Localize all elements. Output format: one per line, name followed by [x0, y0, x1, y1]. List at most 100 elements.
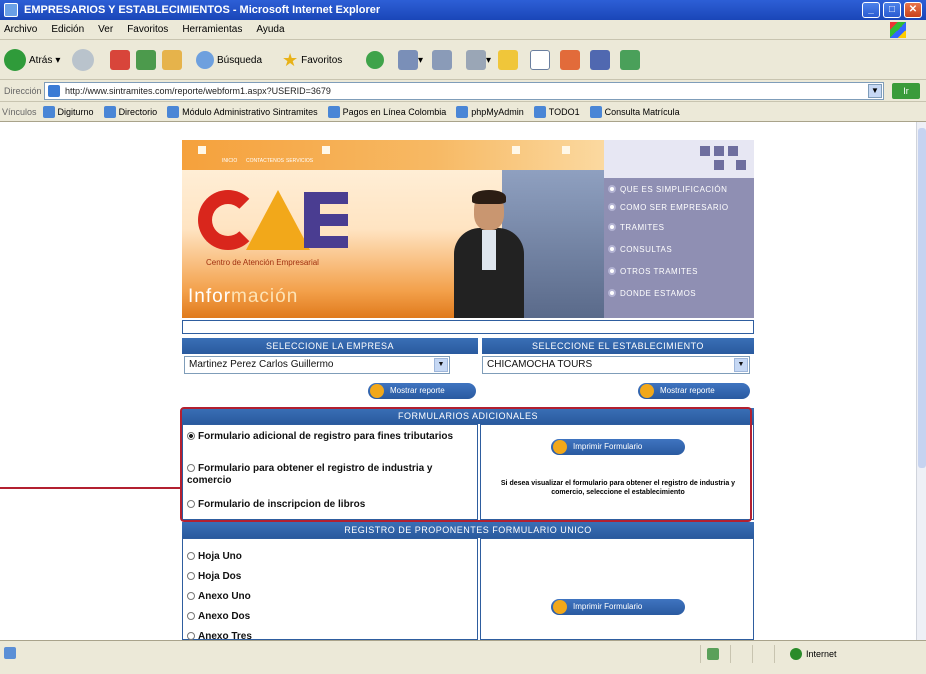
nav-donde-estamos[interactable]: DONDE ESTAMOS	[608, 286, 696, 300]
home-button[interactable]	[162, 48, 182, 72]
top-nav-contactenos[interactable]: CONTACTENOS	[246, 158, 284, 164]
option-label: Anexo Uno	[198, 591, 251, 602]
nav-otros-tramites[interactable]: OTROS TRAMITES	[608, 264, 698, 278]
go-button[interactable]: Ir	[892, 83, 920, 99]
menu-ayuda[interactable]: Ayuda	[256, 24, 284, 35]
link-icon	[42, 105, 55, 118]
establishment-select[interactable]: CHICAMOCHA TOURS ▼	[482, 356, 750, 374]
establishment-header: SELECCIONE EL ESTABLECIMIENTO	[482, 338, 754, 354]
highlight-box	[180, 407, 752, 522]
minimize-button[interactable]: _	[862, 2, 880, 18]
link-pagos-en-linea[interactable]: Pagos en Línea Colombia	[327, 105, 446, 118]
menu-bar: Archivo Edición Ver Favoritos Herramient…	[0, 20, 926, 40]
address-bar: Dirección http://www.sintramites.com/rep…	[0, 80, 926, 102]
radio-icon[interactable]	[187, 552, 195, 560]
establishment-report-button[interactable]: Mostrar reporte	[638, 383, 750, 399]
link-phpmyadmin[interactable]: phpMyAdmin	[456, 105, 524, 118]
top-nav-inicio[interactable]: INICIO	[222, 158, 237, 164]
option-anexo-dos[interactable]: Anexo Dos	[187, 611, 250, 623]
company-select-value: Martinez Perez Carlos Guillermo	[189, 359, 334, 370]
spacer-bar	[182, 320, 754, 334]
contacts-button[interactable]	[620, 48, 640, 72]
company-header: SELECCIONE LA EMPRESA	[182, 338, 478, 354]
callout-line	[0, 487, 182, 489]
ie-window: EMPRESARIOS Y ESTABLECIMIENTOS - Microso…	[0, 0, 926, 674]
company-report-button[interactable]: Mostrar reporte	[368, 383, 476, 399]
bullet-icon	[608, 289, 616, 297]
radio-icon[interactable]	[187, 592, 195, 600]
proponents-actions: Imprimir Formulario	[480, 538, 754, 640]
company-report-label: Mostrar reporte	[390, 386, 445, 395]
scrollbar-thumb[interactable]	[918, 128, 926, 468]
address-input[interactable]: http://www.sintramites.com/reporte/webfo…	[44, 82, 884, 100]
link-icon	[456, 105, 469, 118]
nav-tramites[interactable]: TRAMITES	[608, 220, 664, 234]
bullet-icon	[608, 245, 616, 253]
print-label: Imprimir Formulario	[573, 602, 643, 611]
chevron-down-icon: ▼	[434, 358, 448, 372]
ie-app-icon	[4, 3, 18, 17]
history-button[interactable]	[366, 48, 384, 72]
link-icon	[167, 105, 180, 118]
radio-icon[interactable]	[187, 572, 195, 580]
search-button[interactable]: Búsqueda	[196, 48, 262, 72]
option-hoja-uno[interactable]: Hoja Uno	[187, 551, 242, 563]
search-icon	[196, 51, 214, 69]
cae-logo	[198, 190, 358, 260]
tools-button[interactable]	[560, 48, 580, 72]
page-status-icon	[4, 647, 16, 659]
menu-herramientas[interactable]: Herramientas	[182, 24, 242, 35]
home-icon	[162, 50, 182, 70]
proponents-print-button[interactable]: Imprimir Formulario	[551, 599, 685, 615]
mail-button[interactable]: ▾	[398, 48, 423, 72]
page-favicon-icon	[48, 85, 60, 97]
vertical-scrollbar[interactable]	[916, 122, 926, 640]
link-icon	[327, 105, 340, 118]
favorites-button[interactable]: ★ Favoritos	[282, 48, 342, 72]
print-button[interactable]	[432, 48, 452, 72]
bullet-icon	[608, 267, 616, 275]
nav-label: QUE ES SIMPLIFICACIÓN	[620, 184, 728, 194]
menu-favoritos[interactable]: Favoritos	[127, 24, 168, 35]
company-select[interactable]: Martinez Perez Carlos Guillermo ▼	[184, 356, 450, 374]
radio-icon[interactable]	[187, 612, 195, 620]
link-consulta-matricula[interactable]: Consulta Matrícula	[589, 105, 680, 118]
link-modulo-administrativo[interactable]: Módulo Administrativo Sintramites	[167, 105, 318, 118]
link-directorio[interactable]: Directorio	[103, 105, 157, 118]
favorites-label: Favoritos	[301, 54, 343, 66]
links-bar: Vínculos Digiturno Directorio Módulo Adm…	[0, 102, 926, 122]
back-label: Atrás	[29, 54, 53, 66]
menu-archivo[interactable]: Archivo	[4, 24, 37, 35]
back-button[interactable]: Atrás ▾	[4, 48, 60, 72]
address-dropdown-icon[interactable]: ▼	[868, 84, 882, 98]
link-digiturno[interactable]: Digiturno	[42, 105, 94, 118]
refresh-button[interactable]	[136, 48, 156, 72]
radio-icon[interactable]	[187, 632, 195, 640]
top-nav-servicios[interactable]: SERVICIOS	[286, 158, 313, 164]
close-button[interactable]: ✕	[904, 2, 922, 18]
nav-como-ser-empresario[interactable]: COMO SER EMPRESARIO	[608, 200, 729, 214]
stop-button[interactable]	[110, 48, 130, 72]
edit-button[interactable]: ▾	[466, 48, 491, 72]
page-button[interactable]	[530, 48, 550, 72]
arrow-icon	[370, 384, 384, 398]
nav-label: CONSULTAS	[620, 244, 673, 254]
link-label: phpMyAdmin	[471, 106, 524, 117]
messenger-button[interactable]	[590, 48, 610, 72]
option-label: Hoja Uno	[198, 551, 242, 562]
option-hoja-dos[interactable]: Hoja Dos	[187, 571, 241, 583]
link-label: Consulta Matrícula	[604, 106, 680, 117]
nav-consultas[interactable]: CONSULTAS	[608, 242, 672, 256]
menu-edicion[interactable]: Edición	[51, 24, 84, 35]
star-icon: ★	[282, 49, 299, 70]
chevron-down-icon: ▼	[734, 358, 748, 372]
logo-caption: Centro de Atención Empresarial	[206, 258, 319, 267]
maximize-button[interactable]: □	[883, 2, 901, 18]
link-todo1[interactable]: TODO1	[533, 105, 580, 118]
menu-ver[interactable]: Ver	[98, 24, 113, 35]
forward-button[interactable]	[72, 48, 94, 72]
stop-icon	[110, 50, 130, 70]
nav-que-es-simplificacion[interactable]: QUE ES SIMPLIFICACIÓN	[608, 182, 727, 196]
option-anexo-uno[interactable]: Anexo Uno	[187, 591, 251, 603]
folder-button[interactable]	[498, 48, 518, 72]
